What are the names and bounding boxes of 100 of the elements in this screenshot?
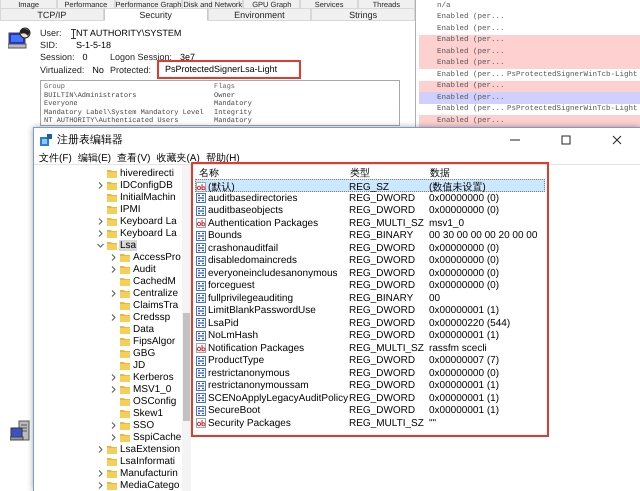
tab[interactable]: Security <box>104 9 208 21</box>
chevron-right-icon[interactable] <box>110 254 117 260</box>
chevron-right-icon[interactable] <box>97 446 104 452</box>
tree-item[interactable]: MSV1_0 <box>132 384 172 394</box>
chevron-right-icon[interactable] <box>97 470 104 476</box>
highlighted-value: PsProtectedSignerLsa-Light <box>157 60 302 79</box>
tab[interactable]: TCP/IP <box>0 9 104 21</box>
list-row[interactable]: Notification Packages REG_MULTI_SZ rassfm scecli <box>195 342 545 354</box>
tree-item[interactable]: Credssp <box>132 312 172 322</box>
value-type: REG_DWORD <box>348 330 416 341</box>
value-name: Authentication Packages <box>208 218 318 228</box>
tree-item[interactable]: OSConfig <box>132 396 178 406</box>
folder-icon <box>120 348 130 358</box>
chevron-right-icon[interactable] <box>110 434 117 440</box>
tree-item[interactable]: AccessPro <box>132 252 182 262</box>
tree-item[interactable]: CachedM <box>132 276 177 286</box>
tree-item[interactable]: MediaCatego <box>119 480 180 490</box>
chevron-right-icon[interactable] <box>110 386 117 392</box>
tree-item[interactable]: hiveredirecti <box>119 168 175 178</box>
chevron-right-icon[interactable] <box>97 230 104 236</box>
close-icon <box>612 134 622 144</box>
chevron-right-icon[interactable] <box>110 290 117 296</box>
tab[interactable]: Strings <box>311 9 415 21</box>
value-data: 00 30 00 00 00 20 00 00 <box>428 230 538 241</box>
list-row[interactable]: LimitBlankPasswordUse REG_DWORD 0x00000001 (1) <box>195 304 545 316</box>
field-value: 3e7 <box>180 52 196 62</box>
chevron-right-icon[interactable] <box>97 218 104 224</box>
tree-item[interactable]: FipsAlgor <box>132 336 176 346</box>
scrollbar-thumb[interactable] <box>183 313 190 421</box>
value-data: 0x00000007 (7) <box>428 355 500 366</box>
tree-item[interactable]: ClaimsTra <box>132 300 180 310</box>
tree-item[interactable]: Data <box>132 324 156 334</box>
tree-item[interactable]: SSO <box>132 420 156 430</box>
list-row[interactable]: SecureBoot REG_DWORD 0x00000001 (1) <box>195 404 545 416</box>
folder-icon <box>120 336 130 346</box>
column-header[interactable]: 类型 <box>350 166 430 180</box>
chevron-right-icon[interactable] <box>97 182 104 188</box>
tree-item[interactable]: IDConfigDB <box>119 180 174 190</box>
list-row[interactable]: Bounds REG_BINARY 00 30 00 00 00 20 00 00 <box>195 229 545 242</box>
column-header[interactable]: 名称 <box>199 166 350 180</box>
value-name: disabledomaincreds <box>208 255 297 266</box>
list-row[interactable]: ProductType REG_DWORD 0x00000007 (7) <box>195 354 545 366</box>
server-icon <box>10 420 32 442</box>
list-row[interactable]: everyoneincludesanonymous REG_DWORD 0x00000000 (0) <box>195 266 545 279</box>
tree-item[interactable]: Kerberos <box>132 372 175 382</box>
list-row[interactable]: auditbasedirectories REG_DWORD 0x00000000 (0) <box>195 192 545 204</box>
tree-item[interactable]: Centralize <box>132 288 180 298</box>
tree-item[interactable]: GBG <box>132 348 156 358</box>
list-row[interactable]: forceguest REG_DWORD 0x00000000 (0) <box>195 279 545 292</box>
value-name: LsaPid <box>208 318 239 328</box>
list-row[interactable]: auditbaseobjects REG_DWORD 0x00000000 (0) <box>195 204 545 216</box>
value-name: auditbaseobjects <box>208 205 284 216</box>
list-row[interactable]: LsaPid REG_DWORD 0x00000220 (544) <box>195 316 545 329</box>
folder-icon <box>107 228 117 238</box>
tree-item[interactable]: LsaInformati <box>119 456 176 466</box>
menu-item[interactable]: 查看(V) <box>117 150 150 164</box>
chevron-right-icon[interactable] <box>110 314 117 320</box>
tree-item[interactable]: Keyboard La <box>119 216 178 226</box>
tree-item[interactable]: Manufacturin <box>119 468 179 478</box>
chevron-right-icon[interactable] <box>110 374 117 380</box>
menu-item[interactable]: 收藏夹(A) <box>156 150 200 164</box>
menu-item[interactable]: 文件(F) <box>39 150 72 164</box>
tree-item[interactable]: LsaExtension <box>119 444 182 454</box>
list-row[interactable]: Authentication Packages REG_MULTI_SZ msv1_0 <box>195 216 545 229</box>
tree-item[interactable]: Audit <box>132 264 157 274</box>
list-row[interactable]: (默认) REG_SZ (数值未设置) <box>195 179 545 192</box>
menu-item[interactable]: 编辑(E) <box>78 150 112 164</box>
value-type: REG_DWORD <box>348 380 416 391</box>
chevron-right-icon[interactable] <box>110 266 117 272</box>
folder-icon <box>107 168 117 178</box>
folder-icon <box>120 312 130 322</box>
tree-item[interactable]: InitialMachin <box>119 192 177 202</box>
chevron-down-icon[interactable] <box>97 242 104 248</box>
folder-icon <box>107 480 117 490</box>
column-header[interactable]: 数据 <box>430 166 545 180</box>
tab[interactable]: Environment <box>208 9 312 21</box>
list-row[interactable]: crashonauditfail REG_DWORD 0x00000000 (0) <box>195 242 545 254</box>
field-value: NT AUTHORITY\SYSTEM <box>76 28 182 38</box>
value-name: fullprivilegeauditing <box>208 292 294 304</box>
chevron-right-icon[interactable] <box>97 482 104 488</box>
value-type: REG_DWORD <box>348 255 416 266</box>
value-type: REG_DWORD <box>348 280 416 291</box>
tree-item[interactable]: SspiCache <box>132 432 182 442</box>
list-row[interactable]: disabledomaincreds REG_DWORD 0x00000000 (0) <box>195 254 545 266</box>
value-name: Bounds <box>208 230 242 241</box>
list-row[interactable]: SCENoApplyLegacyAuditPolicyREG_DWORD 0x00000001 (1) <box>195 392 545 404</box>
value-name: forceguest <box>208 280 255 291</box>
tree-item[interactable]: Skew1 <box>132 408 164 418</box>
list-row[interactable]: restrictanonymoussam REG_DWORD 0x00000001 (1) <box>195 379 545 392</box>
tree-item[interactable]: Keyboard La <box>119 228 178 238</box>
tree-item[interactable]: Lsa <box>119 240 138 250</box>
value-type: REG_BINARY <box>348 292 414 304</box>
list-row[interactable]: Security Packages REG_MULTI_SZ "" <box>195 416 545 429</box>
tree-item[interactable]: JD <box>132 360 146 370</box>
list-row[interactable]: fullprivilegeauditing REG_BINARY 00 <box>195 292 545 304</box>
folder-icon <box>107 444 117 454</box>
tree-item[interactable]: IPMI <box>119 204 142 214</box>
list-row[interactable]: restrictanonymous REG_DWORD 0x00000000 (0) <box>195 366 545 379</box>
chevron-right-icon[interactable] <box>110 422 117 428</box>
list-row[interactable]: NoLmHash REG_DWORD 0x00000001 (1) <box>195 329 545 342</box>
